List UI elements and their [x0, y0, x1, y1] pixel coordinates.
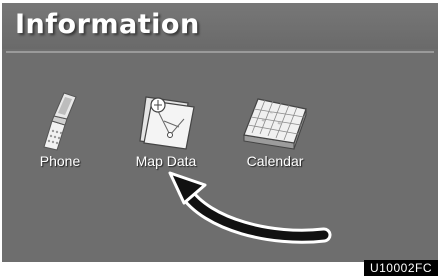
pointer-arrow-icon: [168, 171, 332, 244]
figure-code: U10002FC: [363, 260, 438, 276]
information-screen: Information Phone Map Data Calendar: [2, 3, 438, 262]
